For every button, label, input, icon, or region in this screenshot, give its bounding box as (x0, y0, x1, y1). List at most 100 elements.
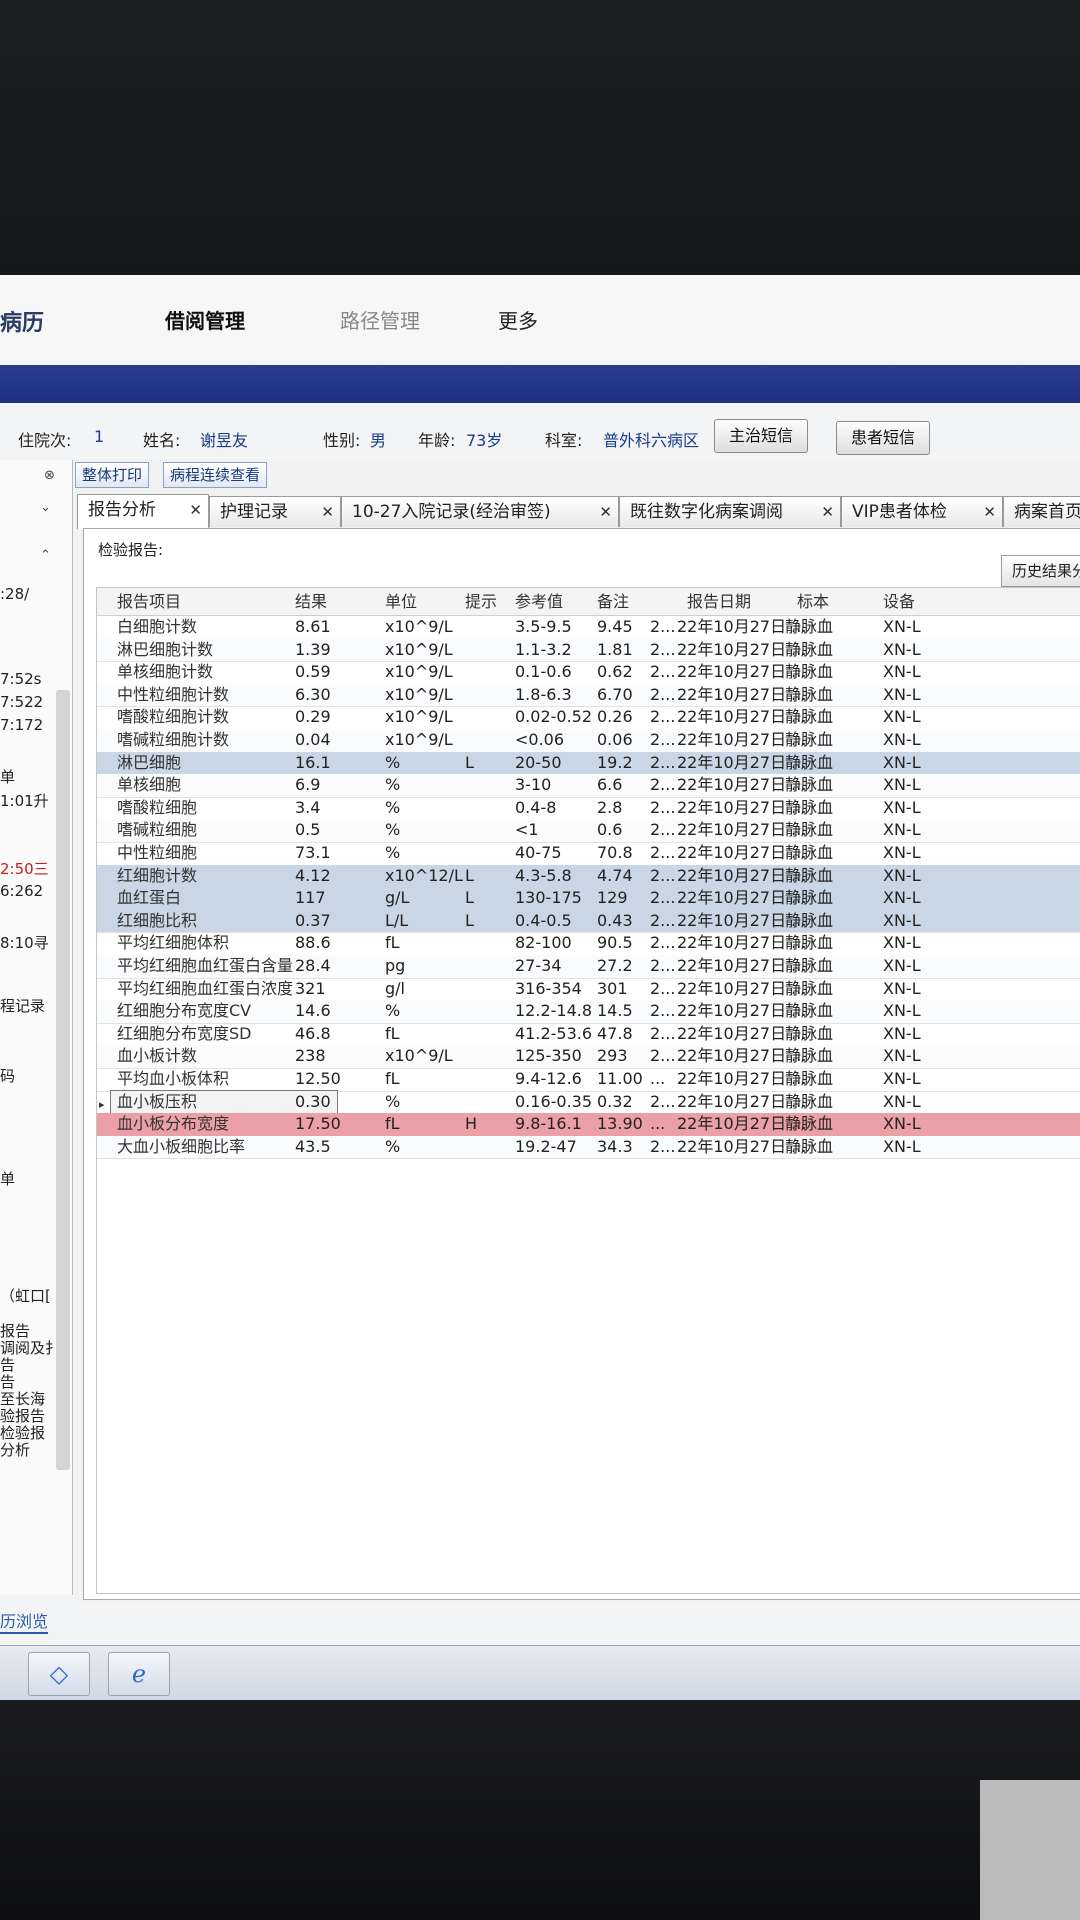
sidebar-pin-icon[interactable]: ⊗ (44, 468, 55, 483)
cell-reference: 3-10 (515, 775, 552, 795)
table-row[interactable]: 血小板计数 238 x10^9/L 125-350 293 2... 22年10月27日 .… (97, 1045, 1080, 1069)
cell-result: 28.4 (295, 956, 331, 975)
col-header-unit[interactable]: 单位 (385, 588, 465, 615)
print-all-button[interactable]: 整体打印 (75, 462, 150, 488)
browser-icon[interactable]: ℯ (108, 1652, 170, 1696)
table-row[interactable]: 白细胞计数 8.61 x10^9/L 3.5-9.5 9.45 2... 22年10月27日… (97, 616, 1080, 640)
cell-unit: x10^9/L (385, 639, 453, 659)
sidebar-item[interactable]: 单 (0, 766, 15, 787)
course-view-button[interactable]: 病程连续查看 (163, 462, 268, 488)
table-row[interactable]: 淋巴细胞 16.1% L 20-50 19.2 2... 22年10月27日 ... 静脉血 X… (97, 751, 1080, 776)
sidebar-item[interactable]: 7:522 (0, 693, 43, 711)
sidebar-item[interactable]: 单 (0, 1168, 15, 1189)
app-window-icon[interactable]: ◇ (28, 1652, 90, 1696)
cell-flag: H (465, 1114, 478, 1134)
chevron-up-icon[interactable]: ⌃ (40, 548, 51, 563)
chevron-down-icon[interactable]: ⌄ (40, 500, 51, 515)
sidebar-item[interactable]: 8:10寻 (0, 932, 49, 953)
cell-reference: 4.3-5.8 (515, 865, 572, 885)
nav-more[interactable]: 更多 (498, 305, 538, 334)
nav-brand[interactable]: 病历 (0, 305, 44, 337)
table-row[interactable]: 平均红细胞血红蛋白含量 28.4 pg 27-34 27.2 2... 22年10月27日 … (97, 955, 1080, 979)
cell-unit: x10^9/L (385, 707, 453, 727)
cell-unit: x10^9/L (385, 684, 453, 704)
sidebar-item[interactable]: 7:172 (0, 716, 43, 734)
table-row[interactable]: 红细胞计数 4.12 x10^12/L L 4.3-5.8 4.74 2... 22年10月2… (97, 864, 1080, 889)
nav-path-management[interactable]: 路径管理 (340, 305, 420, 334)
sidebar-item[interactable]: 分析 (0, 1439, 30, 1460)
table-row[interactable]: 中性粒细胞 73.1% 40-75 70.8 2... 22年10月27日 ... 静脉血 X… (97, 842, 1080, 866)
cell-note: 27.2 (597, 956, 633, 975)
table-row[interactable]: 中性粒细胞计数 6.30 x10^9/L 1.8-6.3 6.70 2... 22年10月2… (97, 683, 1080, 708)
tab-admission-record[interactable]: 10-27入院记录(经治审签) ✕ (341, 496, 619, 527)
tab-nursing-record[interactable]: 护理记录 ✕ (209, 496, 341, 527)
cell-flag (465, 1136, 505, 1159)
cell-flag: L (465, 888, 474, 908)
cell-note: 14.5 (597, 1001, 633, 1021)
table-row[interactable]: 嗜酸粒细胞 3.4% 0.4-8 2.8 2... 22年10月27日 ... 静脉血 XN-… (97, 797, 1080, 821)
close-icon[interactable]: ✕ (821, 497, 834, 527)
doctor-sms-button[interactable]: 主治短信 (714, 419, 808, 453)
cell-specimen: 静脉血 (785, 865, 834, 885)
table-row[interactable]: 红细胞分布宽度SD 46.8 fL 41.2-53.6 47.8 2... 22年10月27… (97, 1023, 1080, 1047)
history-results-button[interactable]: 历史结果分 (1001, 555, 1080, 587)
cell-result: 12.50 (295, 1069, 341, 1088)
tab-vip-checkup[interactable]: VIP患者体检 ✕ (841, 496, 1003, 527)
table-row[interactable]: 淋巴细胞计数 1.39 x10^9/L 1.1-3.2 1.81 2... 22年10月27… (97, 638, 1080, 663)
cell-extra: 2... (650, 978, 676, 998)
table-row[interactable]: 单核细胞 6.9% 3-10 6.6 2... 22年10月27日 ... 静脉血 XN-L (97, 774, 1080, 798)
table-row[interactable]: 嗜碱粒细胞计数 0.04 x10^9/L <0.06 0.06 2... 22年10月27日… (97, 729, 1080, 753)
close-icon[interactable]: ✕ (321, 497, 334, 527)
tab-report-analysis[interactable]: 报告分析 ✕ (77, 494, 209, 529)
sidebar-item[interactable]: :28/ (0, 585, 29, 603)
cell-flag (465, 978, 505, 1001)
nav-borrow-management[interactable]: 借阅管理 (165, 305, 245, 334)
age-label: 年龄: (418, 431, 456, 450)
col-header-flag[interactable]: 提示 (465, 588, 505, 615)
cell-device: XN-L (883, 910, 921, 930)
sidebar-item[interactable]: 6:262 (0, 882, 43, 900)
cell-note: 34.3 (597, 1136, 633, 1156)
col-header-specimen[interactable]: 标本 (797, 588, 875, 615)
sidebar-item[interactable]: 2:50三 (0, 858, 49, 879)
cell-reference: 0.4-0.5 (515, 910, 572, 930)
close-icon[interactable]: ✕ (983, 497, 996, 527)
tab-past-records[interactable]: 既往数字化病案调阅 ✕ (619, 496, 841, 527)
sidebar-item[interactable]: （虹口[ (0, 1285, 51, 1306)
sidebar-item[interactable]: 码 (0, 1065, 15, 1086)
close-icon[interactable]: ✕ (599, 497, 612, 527)
cell-specimen: 静脉血 (785, 1114, 834, 1134)
cell-specimen: 静脉血 (785, 1046, 834, 1066)
table-row[interactable]: 血小板分布宽度 17.50 fL H 9.8-16.1 13.90... 22年10月27日… (97, 1113, 1080, 1137)
tab-case-front[interactable]: 病案首页 (1003, 496, 1080, 527)
sidebar-item[interactable]: 7:52s (0, 670, 42, 688)
col-header-device[interactable]: 设备 (883, 588, 943, 615)
header-bar (0, 365, 1080, 403)
sidebar-scrollbar[interactable] (56, 690, 70, 1470)
col-header-reference[interactable]: 参考值 (515, 588, 595, 615)
history-browse-label[interactable]: 历浏览 (0, 1608, 49, 1634)
sidebar-item[interactable]: 1:01升 (0, 790, 49, 811)
table-row[interactable]: 嗜酸粒细胞计数 0.29 x10^9/L 0.02-0.52 0.26 2... 22年10… (97, 706, 1080, 730)
col-header-result[interactable]: 结果 (295, 588, 375, 615)
patient-sms-button[interactable]: 患者短信 (836, 421, 930, 455)
col-header-note[interactable]: 备注 (597, 588, 647, 615)
table-row[interactable]: 平均红细胞血红蛋白浓度 321 g/l 316-354 301 2... 22年10月27日… (97, 978, 1080, 1002)
sidebar-item[interactable]: 程记录 (0, 995, 45, 1016)
cell-reference: 12.2-14.8 (515, 1001, 593, 1021)
table-row[interactable]: 平均血小板体积 12.50 fL 9.4-12.6 11.00... 22年10月27日 … (97, 1068, 1080, 1092)
table-row[interactable]: ▸ 血小板压积 0.30% 0.16-0.35 0.32 2... 22年10月27日 ..… (97, 1089, 1080, 1115)
table-row[interactable]: 嗜碱粒细胞 0.5% <1 0.6 2... 22年10月27日 ... 静脉血 XN-L (97, 819, 1080, 843)
cell-result: 0.29 (295, 707, 331, 727)
table-row[interactable]: 大血小板细胞比率 43.5% 19.2-47 34.3 2... 22年10月27日 ..… (97, 1135, 1080, 1160)
table-row[interactable]: 红细胞分布宽度CV 14.6% 12.2-14.8 14.5 2... 22年10月27日… (97, 1000, 1080, 1024)
screen: 病历 借阅管理 路径管理 更多 住院次: 1 姓名: 谢昱友 性别: 男 年龄:… (0, 275, 1080, 1700)
left-sidebar: ⊗ ⌄ ⌃ :28/ 7:52s 7:522 7:172 单 1:01升 2:5… (0, 460, 73, 1595)
close-icon[interactable]: ✕ (189, 495, 202, 525)
table-row[interactable]: 平均红细胞体积 88.6 fL 82-100 90.5 2... 22年10月27日 ...… (97, 932, 1080, 956)
tab-label: 10-27入院记录(经治审签) (352, 502, 551, 522)
table-row[interactable]: 血红蛋白 117 g/L L 130-175 129 2... 22年10月27日 ... 静脉… (97, 887, 1080, 911)
cell-extra: 2... (650, 775, 676, 795)
table-row[interactable]: 单核细胞计数 0.59 x10^9/L 0.1-0.6 0.62 2... 22年10月27… (97, 661, 1080, 685)
table-row[interactable]: 红细胞比积 0.37 L/L L 0.4-0.5 0.43 2... 22年10月27日 ..… (97, 909, 1080, 934)
